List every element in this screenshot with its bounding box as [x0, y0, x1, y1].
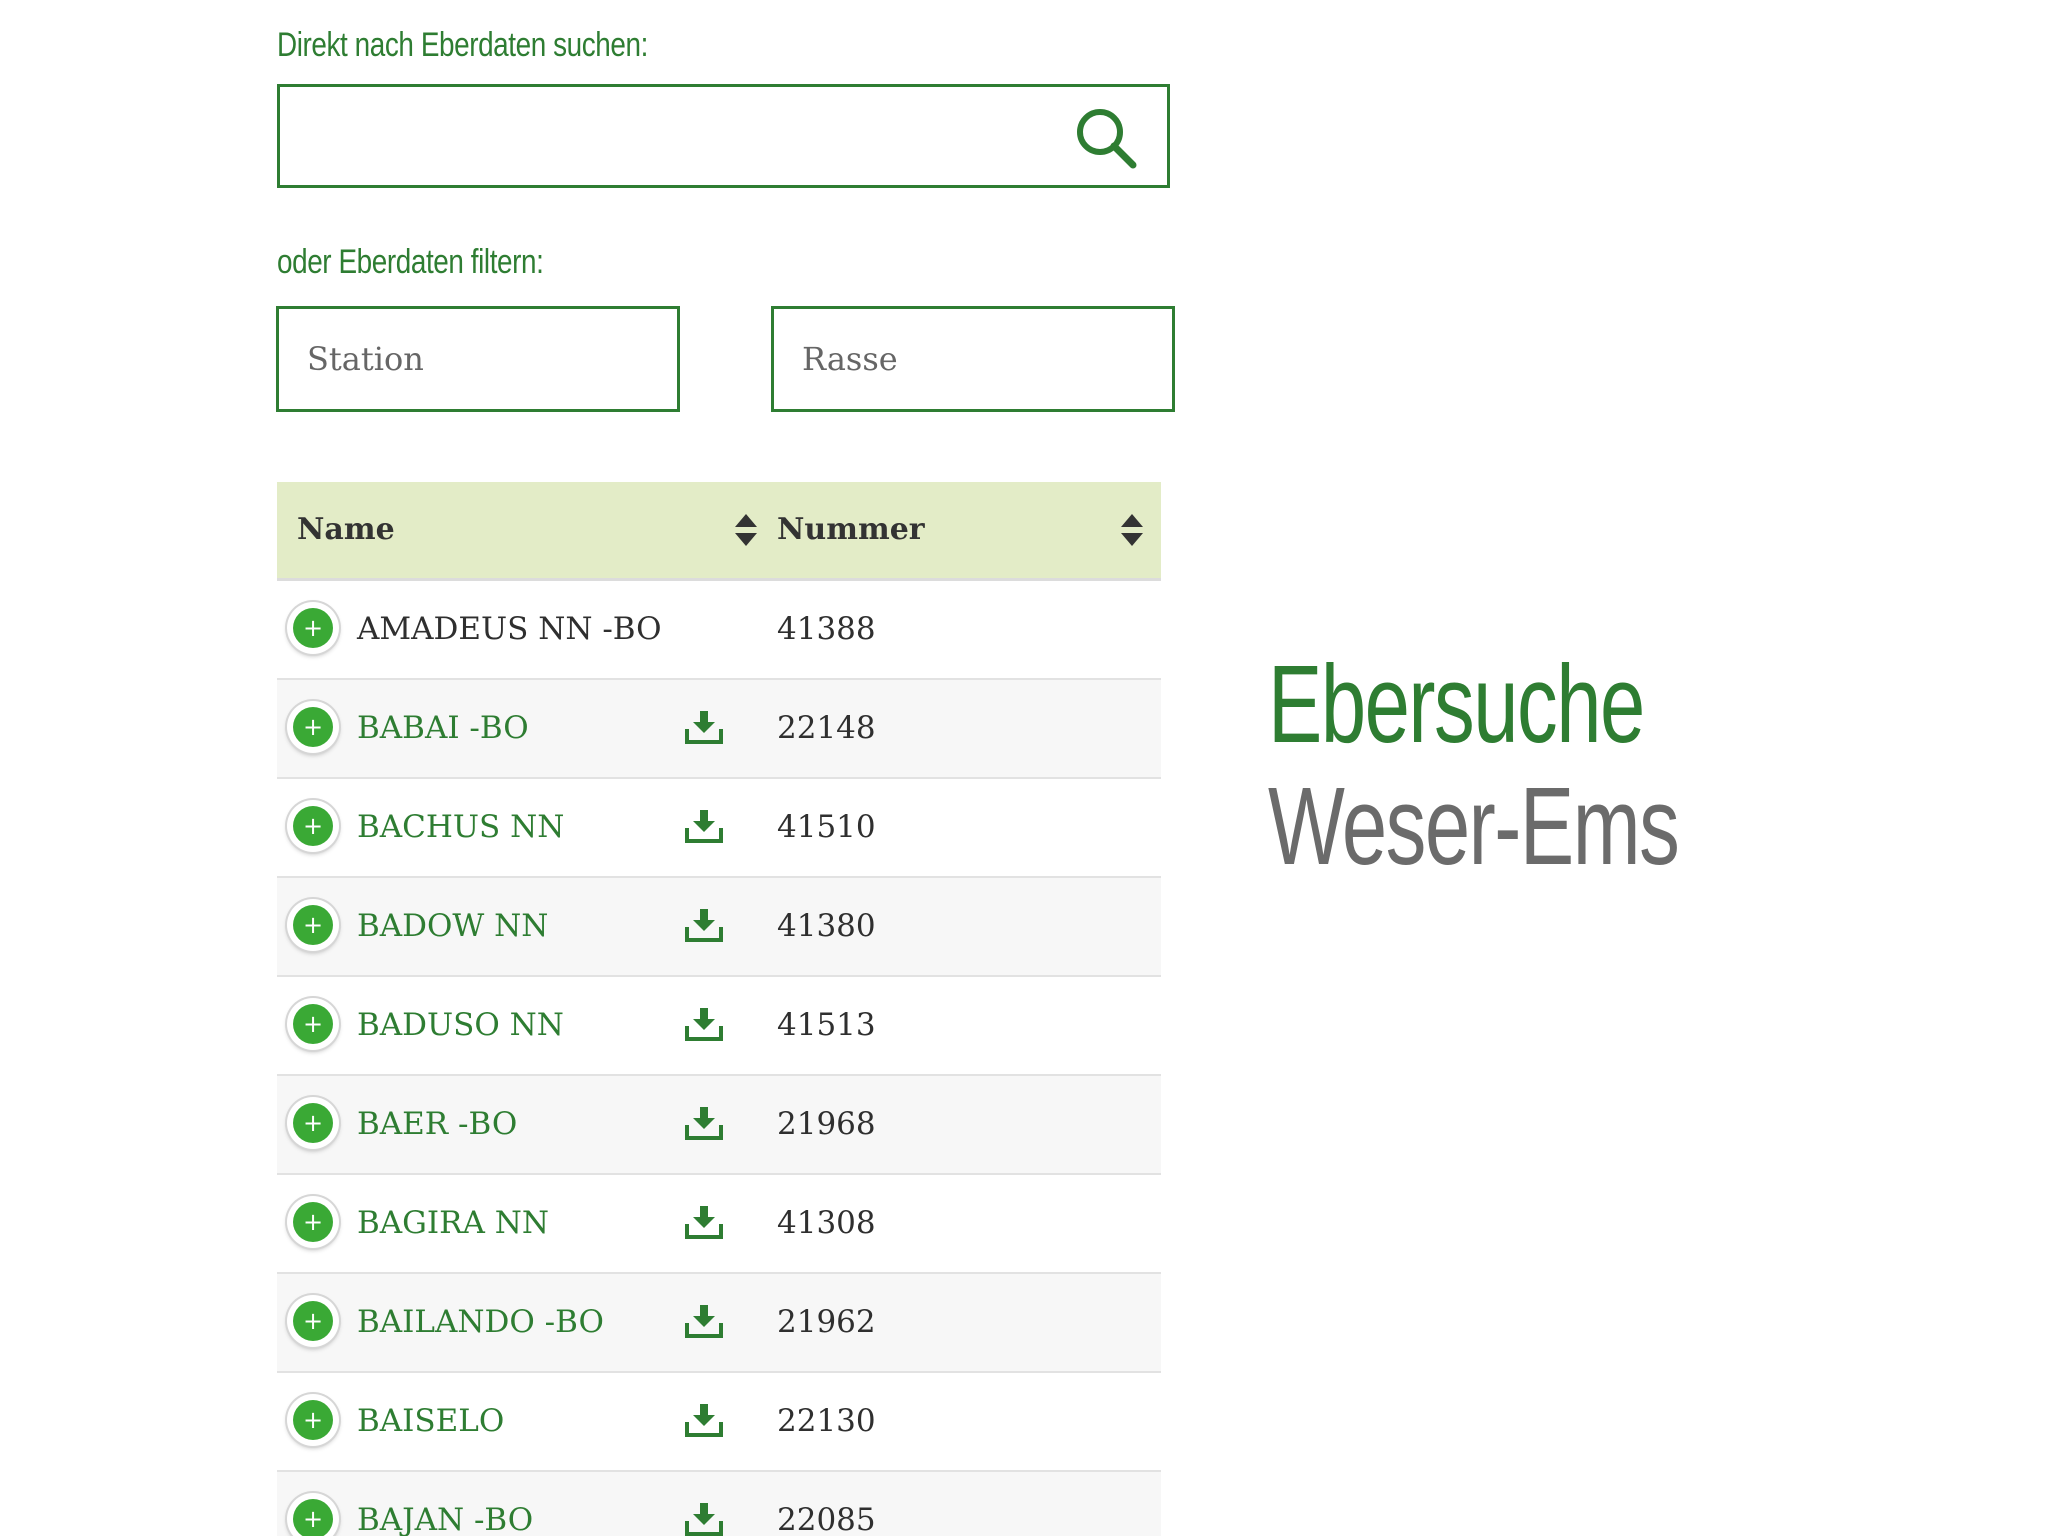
- page: Direkt nach Eberdaten suchen: oder Eberd…: [0, 0, 2048, 1536]
- expand-plus-button[interactable]: +: [287, 899, 339, 951]
- boar-name-link[interactable]: BADOW NN: [357, 878, 548, 975]
- boar-name-link[interactable]: BAER -BO: [357, 1076, 517, 1173]
- boar-number: 22148: [777, 710, 876, 746]
- plus-icon: +: [293, 707, 333, 747]
- boar-number: 41388: [777, 611, 876, 647]
- filter-label: oder Eberdaten filtern:: [277, 243, 544, 281]
- expand-plus-button[interactable]: +: [287, 1097, 339, 1149]
- expand-plus-button[interactable]: +: [287, 1394, 339, 1446]
- boar-name-link[interactable]: BAISELO: [357, 1373, 504, 1470]
- plus-icon: +: [293, 1103, 333, 1143]
- plus-icon: +: [293, 1499, 333, 1536]
- boar-number: 41380: [777, 908, 876, 944]
- boar-name-link[interactable]: BAGIRA NN: [357, 1175, 549, 1272]
- boar-name-link[interactable]: BAILANDO -BO: [357, 1274, 604, 1371]
- table-row: + BAJAN -BO 22085: [277, 1472, 1161, 1536]
- station-input[interactable]: [279, 309, 677, 409]
- boar-name-link[interactable]: BADUSO NN: [357, 977, 564, 1074]
- search-box[interactable]: [277, 84, 1170, 188]
- brand-title-weser-ems: Weser-Ems: [1268, 765, 1680, 888]
- boar-number: 21962: [777, 1304, 876, 1340]
- plus-icon: +: [293, 905, 333, 945]
- sort-icon[interactable]: [1119, 512, 1145, 548]
- column-header-name-label: Name: [297, 512, 395, 547]
- boar-name-link[interactable]: BACHUS NN: [357, 779, 564, 876]
- boar-number: 41510: [777, 809, 876, 845]
- search-input[interactable]: [280, 87, 1108, 183]
- rasse-input[interactable]: [774, 309, 1172, 409]
- boar-number: 21968: [777, 1106, 876, 1142]
- expand-plus-button[interactable]: +: [287, 998, 339, 1050]
- expand-plus-button[interactable]: +: [287, 701, 339, 753]
- table-row: + BAGIRA NN 41308: [277, 1175, 1161, 1274]
- plus-icon: +: [293, 608, 333, 648]
- table-row: + AMADEUS NN -BO 41388: [277, 581, 1161, 680]
- expand-plus-button[interactable]: +: [287, 1295, 339, 1347]
- table-row: + BAISELO 22130: [277, 1373, 1161, 1472]
- boar-number: 22085: [777, 1502, 876, 1536]
- download-icon[interactable]: [685, 1304, 723, 1338]
- station-filter[interactable]: [276, 306, 680, 412]
- table-row: + BAER -BO 21968: [277, 1076, 1161, 1175]
- expand-plus-button[interactable]: +: [287, 800, 339, 852]
- download-icon[interactable]: [685, 1205, 723, 1239]
- sort-icon[interactable]: [733, 512, 759, 548]
- search-icon[interactable]: [1071, 103, 1143, 175]
- rasse-filter[interactable]: [771, 306, 1175, 412]
- plus-icon: +: [293, 1301, 333, 1341]
- expand-plus-button[interactable]: +: [287, 1196, 339, 1248]
- expand-plus-button[interactable]: +: [287, 1493, 339, 1536]
- plus-icon: +: [293, 1400, 333, 1440]
- download-icon[interactable]: [685, 1502, 723, 1536]
- plus-icon: +: [293, 1004, 333, 1044]
- download-icon[interactable]: [685, 809, 723, 843]
- search-label: Direkt nach Eberdaten suchen:: [277, 26, 648, 64]
- boar-name: AMADEUS NN -BO: [357, 611, 662, 647]
- brand-title-ebersuche: Ebersuche: [1268, 643, 1645, 766]
- download-icon[interactable]: [685, 1403, 723, 1437]
- boar-name-link[interactable]: BAJAN -BO: [357, 1472, 533, 1536]
- boar-number: 41308: [777, 1205, 876, 1241]
- table-row: + BAILANDO -BO 21962: [277, 1274, 1161, 1373]
- plus-icon: +: [293, 1202, 333, 1242]
- table-row: + BACHUS NN 41510: [277, 779, 1161, 878]
- column-header-name[interactable]: Name: [297, 482, 767, 578]
- download-icon[interactable]: [685, 1007, 723, 1041]
- expand-plus-button[interactable]: +: [287, 602, 339, 654]
- table-row: + BADUSO NN 41513: [277, 977, 1161, 1076]
- column-header-nummer[interactable]: Nummer: [777, 482, 1157, 578]
- column-header-nummer-label: Nummer: [777, 512, 925, 547]
- download-icon[interactable]: [685, 710, 723, 744]
- table-row: + BABAI -BO 22148: [277, 680, 1161, 779]
- boar-number: 22130: [777, 1403, 876, 1439]
- boar-table: Name Nummer + AMADEUS NN -BO 41388 + BAB…: [277, 482, 1161, 1536]
- download-icon[interactable]: [685, 908, 723, 942]
- plus-icon: +: [293, 806, 333, 846]
- boar-name-link[interactable]: BABAI -BO: [357, 680, 529, 777]
- download-icon[interactable]: [685, 1106, 723, 1140]
- table-header: Name Nummer: [277, 482, 1161, 581]
- table-row: + BADOW NN 41380: [277, 878, 1161, 977]
- boar-number: 41513: [777, 1007, 876, 1043]
